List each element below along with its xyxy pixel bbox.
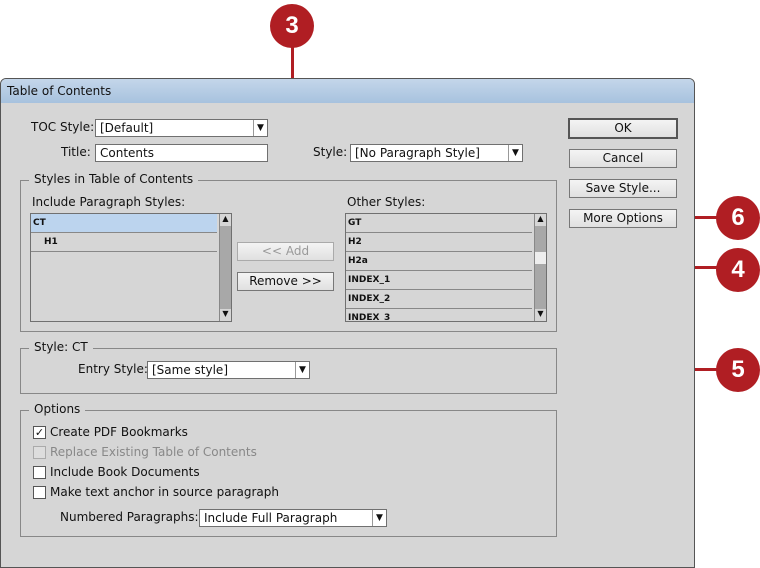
remove-button[interactable]: Remove >> [237, 272, 334, 291]
scroll-up-icon[interactable]: ▲ [220, 214, 231, 226]
style-select[interactable]: [No Paragraph Style] ▼ [350, 144, 523, 162]
other-styles-label: Other Styles: [347, 195, 426, 209]
list-item[interactable]: INDEX_1 [346, 271, 532, 290]
scroll-thumb[interactable] [535, 252, 546, 264]
scrollbar[interactable]: ▲ ▼ [534, 214, 546, 321]
toc-style-label: TOC Style: [31, 120, 95, 134]
style-entry-group: Style: CT Entry Style: [Same style] ▼ [20, 340, 557, 394]
entry-style-label: Entry Style: [78, 362, 148, 376]
styles-group-legend: Styles in Table of Contents [29, 172, 199, 186]
numbered-paragraphs-select[interactable]: Include Full Paragraph ▼ [199, 509, 387, 527]
options-legend: Options [29, 402, 86, 416]
make-text-anchor-label: Make text anchor in source paragraph [50, 485, 279, 499]
add-button[interactable]: << Add [237, 242, 334, 261]
scroll-down-icon[interactable]: ▼ [220, 309, 231, 321]
include-book-documents-checkbox[interactable] [33, 466, 46, 479]
style-group-legend: Style: CT [29, 340, 93, 354]
title-input[interactable]: Contents [95, 144, 268, 162]
list-item[interactable]: CT [31, 214, 217, 233]
toc-dialog: Table of Contents TOC Style: [Default] ▼ … [0, 78, 695, 568]
callout-6: 6 [716, 196, 760, 240]
other-styles-list[interactable]: GT H2 H2a INDEX_1 INDEX_2 INDEX_3 ▲ ▼ [345, 213, 547, 322]
list-item[interactable]: H2 [346, 233, 532, 252]
toc-style-select[interactable]: [Default] ▼ [95, 119, 268, 137]
title-bar: Table of Contents [1, 79, 694, 103]
include-label: Include Paragraph Styles: [32, 195, 186, 209]
list-item[interactable]: INDEX_2 [346, 290, 532, 309]
list-item[interactable]: H2a [346, 252, 532, 271]
callout-4: 4 [716, 248, 760, 292]
chevron-down-icon: ▼ [372, 510, 386, 526]
list-item[interactable]: INDEX_3 [346, 309, 532, 321]
styles-group: Styles in Table of Contents Include Para… [20, 172, 557, 332]
options-group: Options ✓ Create PDF Bookmarks Replace E… [20, 402, 557, 537]
more-options-button[interactable]: More Options [569, 209, 677, 228]
list-item[interactable]: GT [346, 214, 532, 233]
save-style-button[interactable]: Save Style... [569, 179, 677, 198]
make-text-anchor-checkbox[interactable] [33, 486, 46, 499]
entry-style-value: [Same style] [152, 363, 228, 377]
include-book-documents-label: Include Book Documents [50, 465, 200, 479]
numbered-paragraphs-value: Include Full Paragraph [204, 511, 338, 525]
scroll-up-icon[interactable]: ▲ [535, 214, 546, 226]
style-value: [No Paragraph Style] [355, 146, 480, 160]
scrollbar[interactable]: ▲ ▼ [219, 214, 231, 321]
callout-3: 3 [270, 4, 314, 48]
title-label: Title: [61, 145, 91, 159]
create-pdf-bookmarks-checkbox[interactable]: ✓ [33, 426, 46, 439]
chevron-down-icon: ▼ [253, 120, 267, 136]
numbered-paragraphs-label: Numbered Paragraphs: [60, 510, 199, 524]
callout-5: 5 [716, 348, 760, 392]
cancel-button[interactable]: Cancel [569, 149, 677, 168]
style-label: Style: [313, 145, 348, 159]
list-item[interactable]: H1 [31, 233, 217, 252]
window-title: Table of Contents [7, 84, 112, 98]
chevron-down-icon: ▼ [508, 145, 522, 161]
chevron-down-icon: ▼ [295, 362, 309, 378]
create-pdf-bookmarks-label: Create PDF Bookmarks [50, 425, 188, 439]
ok-button[interactable]: OK [568, 118, 678, 139]
entry-style-select[interactable]: [Same style] ▼ [147, 361, 310, 379]
include-styles-list[interactable]: CT H1 ▲ ▼ [30, 213, 232, 322]
scroll-down-icon[interactable]: ▼ [535, 309, 546, 321]
replace-existing-label: Replace Existing Table of Contents [50, 445, 257, 459]
replace-existing-checkbox[interactable] [33, 446, 46, 459]
toc-style-value: [Default] [100, 121, 154, 135]
